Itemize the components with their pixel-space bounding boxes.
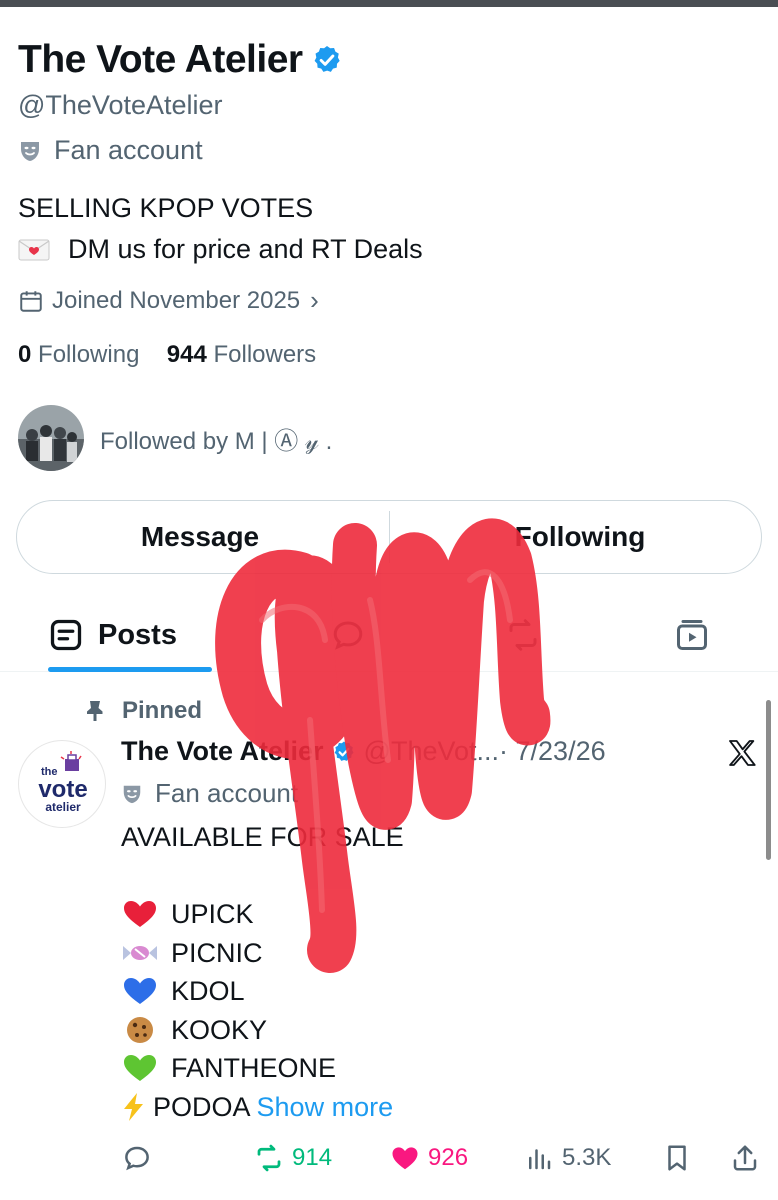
blue-heart-icon <box>124 978 156 1005</box>
followers-label: Followers <box>213 341 317 368</box>
green-heart-icon <box>124 1055 156 1082</box>
cookie-icon <box>127 1016 153 1043</box>
heart-icon <box>392 1147 418 1170</box>
follower-avatar <box>18 405 84 471</box>
repost-button[interactable]: 914 <box>254 1137 332 1179</box>
active-tab-indicator <box>48 667 212 672</box>
profile-category: Fan account <box>18 135 203 166</box>
media-play-icon <box>677 620 707 650</box>
repost-count: 914 <box>292 1144 333 1171</box>
profile-joined[interactable]: Joined November 2025 › <box>18 285 319 316</box>
profile-name-row: The Vote Atelier <box>18 38 343 82</box>
button-divider <box>389 511 390 563</box>
app-name: PODOA <box>153 1091 251 1122</box>
following-count: 0 <box>18 341 32 368</box>
reply-button[interactable] <box>122 1137 152 1179</box>
following-label: Following <box>38 341 140 368</box>
views-button[interactable]: 5.3K <box>524 1137 611 1179</box>
tab-reposts[interactable] <box>505 600 541 670</box>
app-name: FANTHEONE <box>171 1053 337 1083</box>
followers-count-link[interactable]: 944 Followers <box>167 341 316 368</box>
message-button[interactable]: Message <box>17 501 383 573</box>
post-author-category-label: Fan account <box>155 778 299 808</box>
profile-bio-line2-text: DM us for price and RT Deals <box>68 234 423 264</box>
list-item: KOOKY <box>121 1011 404 1050</box>
scrollbar[interactable] <box>766 700 771 860</box>
reply-bubble-icon <box>333 621 363 650</box>
following-count-link[interactable]: 0 Following <box>18 341 139 368</box>
chevron-right-icon: › <box>310 285 319 315</box>
followed-by-text: Followed by M | Ⓐ 𝓎 . <box>100 427 333 455</box>
app-name: UPICK <box>171 899 254 929</box>
post-action-bar: 914 926 5.3K <box>0 1137 778 1179</box>
followers-count: 944 <box>166 341 207 368</box>
tab-replies[interactable] <box>330 600 366 670</box>
verified-badge-icon <box>334 741 354 761</box>
post-author-avatar[interactable]: the vote atelier <box>18 740 106 828</box>
analytics-icon <box>529 1149 551 1170</box>
repost-icon <box>509 619 537 651</box>
love-letter-icon <box>18 239 50 260</box>
profile-category-label: Fan account <box>54 135 203 165</box>
list-item: PODOA Show more <box>121 1088 404 1127</box>
status-bar-edge <box>0 0 778 7</box>
following-button[interactable]: Following <box>397 501 763 573</box>
app-name: KDOL <box>171 976 245 1006</box>
x-logo-icon <box>729 740 756 766</box>
list-item: KDOL <box>121 972 404 1011</box>
share-icon <box>733 1145 757 1171</box>
pin-icon <box>87 701 103 721</box>
views-count: 5.3K <box>562 1144 612 1171</box>
tab-posts[interactable]: Posts <box>48 600 177 670</box>
pinned-label-row: Pinned <box>84 697 202 725</box>
pinned-label: Pinned <box>122 697 203 724</box>
followed-by-row[interactable]: Followed by M | Ⓐ 𝓎 . <box>18 405 332 471</box>
profile-joined-label: Joined November 2025 <box>52 286 301 314</box>
post-header: The Vote Atelier @TheVot... · 7/23/26 <box>121 736 606 767</box>
post-author-handle[interactable]: @TheVot... <box>364 736 499 767</box>
profile-tabs: Posts <box>0 600 778 672</box>
list-item: UPICK <box>121 895 404 934</box>
app-name: KOOKY <box>171 1014 268 1045</box>
reply-icon <box>125 1146 149 1171</box>
profile-handle: @TheVoteAtelier <box>18 90 223 120</box>
post-body: AVAILABLE FOR SALE UPICK PICNIC KDOL KOO… <box>121 818 404 1126</box>
red-heart-icon <box>124 901 156 928</box>
bookmark-icon <box>668 1145 686 1171</box>
avatar-atelier-text: atelier <box>45 800 81 814</box>
app-name: PICNIC <box>171 937 263 968</box>
tab-posts-label: Posts <box>98 618 177 651</box>
post-date[interactable]: · 7/23/26 <box>499 736 606 767</box>
bookmark-button[interactable] <box>662 1137 692 1179</box>
lightning-icon <box>124 1092 143 1121</box>
theater-mask-icon <box>123 785 141 803</box>
profile-bio-line2: DM us for price and RT Deals <box>18 234 423 265</box>
profile-display-name: The Vote Atelier <box>18 38 303 81</box>
profile-counts: 0 Following 944 Followers <box>18 341 316 369</box>
like-button[interactable]: 926 <box>390 1137 468 1179</box>
posts-icon <box>50 619 82 651</box>
candy-icon <box>123 945 157 960</box>
verified-badge-icon <box>314 46 340 72</box>
tab-media[interactable] <box>674 600 710 670</box>
like-count: 926 <box>428 1144 469 1171</box>
show-more-link[interactable]: Show more <box>257 1088 394 1127</box>
post-author-category: Fan account <box>121 778 298 809</box>
avatar-vote-text: vote <box>38 776 87 803</box>
list-item: FANTHEONE <box>121 1049 404 1088</box>
profile-bio-line1: SELLING KPOP VOTES <box>18 193 314 223</box>
profile-action-bar: Message Following <box>16 500 762 574</box>
calendar-icon <box>20 290 42 312</box>
post-headline: AVAILABLE FOR SALE <box>121 822 404 852</box>
repost-icon <box>257 1144 281 1172</box>
share-button[interactable] <box>730 1137 760 1179</box>
list-item: PICNIC <box>121 934 404 973</box>
post-author-name[interactable]: The Vote Atelier <box>121 736 324 767</box>
theater-mask-icon <box>21 141 39 161</box>
